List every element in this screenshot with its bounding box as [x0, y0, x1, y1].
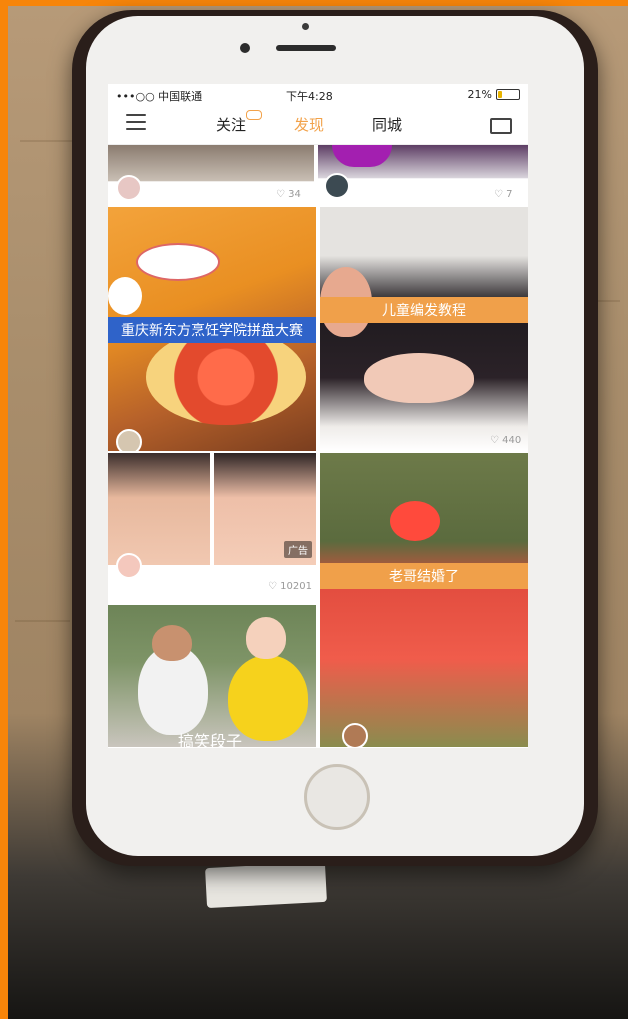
proximity-sensor [302, 23, 309, 30]
tab-nearby[interactable]: 同城 [372, 114, 402, 135]
video-card[interactable]: 重庆新东方烹饪学院拼盘大赛 [108, 207, 316, 451]
balloon-image [390, 501, 440, 541]
phone-screen: •••○○ 中国联通 下午4:28 21% 关注 发现 同城 ♡ 34 ♡ 7 [108, 84, 528, 748]
like-count: ♡ 34 [276, 189, 301, 200]
avatar[interactable] [342, 723, 368, 747]
child-face-image [364, 353, 474, 403]
battery-percent: 21% [467, 88, 492, 101]
wood-grain [20, 140, 75, 142]
status-bar: •••○○ 中国联通 下午4:28 21% [108, 84, 528, 104]
plate-image [108, 277, 142, 315]
wood-grain [15, 620, 70, 622]
avatar[interactable] [116, 429, 142, 451]
carrier-label: •••○○ 中国联通 [116, 90, 203, 103]
ad-video-card[interactable]: 广告 ♡ 10201 [108, 453, 316, 603]
tab-discover[interactable]: 发现 [294, 114, 324, 135]
fruit-platter-image [146, 329, 306, 425]
message-icon[interactable] [490, 118, 512, 134]
face-image [246, 617, 286, 659]
battery-icon [496, 89, 520, 100]
video-title-banner: 搞笑段子 [178, 732, 243, 747]
like-count-value: 7 [506, 189, 513, 200]
avatar[interactable] [324, 173, 350, 199]
like-count: ♡ 440 [490, 435, 522, 446]
video-card[interactable]: 儿童编发教程 ♡ 440 [320, 207, 528, 451]
video-thumbnail-detail [332, 145, 392, 167]
like-count-value: 34 [288, 189, 301, 200]
frame-top-border [0, 0, 628, 6]
battery-fill [498, 91, 502, 98]
home-button[interactable] [304, 764, 370, 830]
menu-icon[interactable] [126, 114, 146, 130]
status-right: 21% [468, 88, 520, 101]
like-count-value: 10201 [280, 581, 312, 592]
video-title-banner: 儿童编发教程 [320, 297, 528, 323]
video-title-banner: 老哥结婚了 [320, 563, 528, 589]
face-image [152, 625, 192, 661]
video-card[interactable]: ♡ 7 [318, 145, 528, 205]
status-time: 下午4:28 [286, 90, 333, 103]
video-card[interactable]: 搞笑段子 [108, 605, 316, 747]
top-nav: 关注 发现 同城 [108, 104, 528, 145]
earpiece-speaker [276, 45, 336, 51]
video-title-banner: 重庆新东方烹饪学院拼盘大赛 [108, 317, 316, 343]
face-image [108, 453, 210, 565]
tab-following[interactable]: 关注 [216, 114, 246, 135]
like-count-value: 440 [502, 435, 522, 446]
video-card[interactable]: ♡ 34 [108, 145, 314, 205]
avatar[interactable] [116, 553, 142, 579]
avatar[interactable] [116, 175, 142, 201]
frame-left-border [0, 0, 8, 1019]
new-badge-icon [246, 110, 262, 120]
card-under-phone [205, 861, 327, 909]
like-count: ♡ 7 [494, 189, 513, 200]
ad-label: 广告 [284, 541, 312, 558]
video-feed: ♡ 34 ♡ 7 重庆新东方烹饪学院拼盘大赛 儿童编发教程 ♡ 440 广告 ♡… [108, 145, 528, 748]
front-camera [240, 43, 250, 53]
video-card[interactable]: 老哥结婚了 [320, 453, 528, 747]
like-count: ♡ 10201 [268, 581, 312, 592]
plate-image [136, 243, 220, 281]
